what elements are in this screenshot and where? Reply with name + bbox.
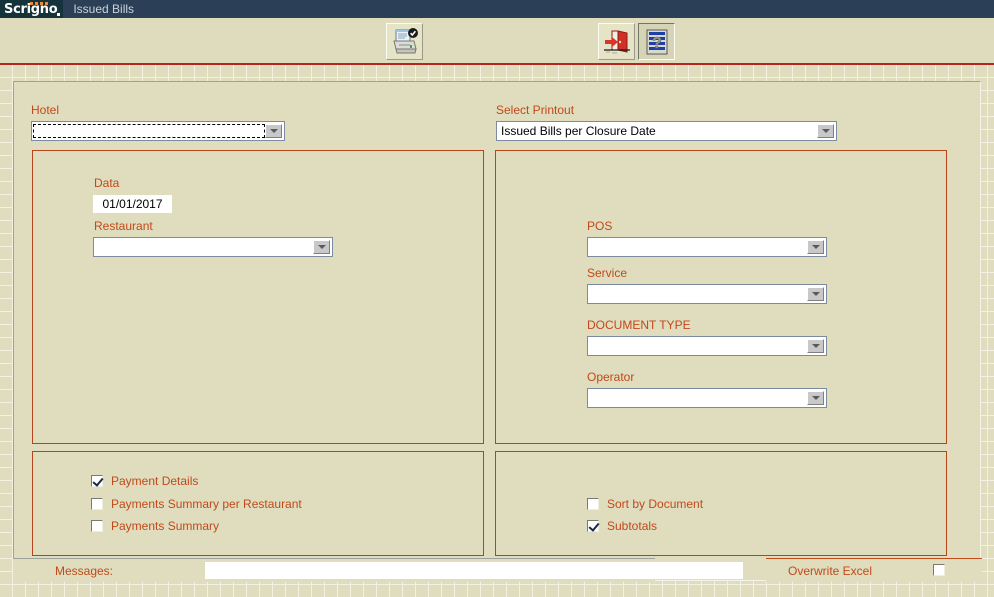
payment-options-panel: Payment Details Payments Summary per Res… (32, 451, 484, 556)
date-label: Data (94, 176, 120, 190)
hotel-label: Hotel (31, 103, 60, 117)
operator-combobox[interactable] (587, 388, 827, 408)
messages-input[interactable] (205, 562, 743, 579)
checkbox-icon[interactable] (587, 498, 599, 510)
pos-label: POS (587, 219, 613, 233)
date-field[interactable]: 01/01/2017 (93, 195, 172, 213)
option-label: Sort by Document (607, 497, 704, 511)
exit-door-icon (603, 28, 631, 56)
option-label: Subtotals (607, 519, 658, 533)
option-payments-summary-per-restaurant[interactable]: Payments Summary per Restaurant (91, 497, 302, 511)
printer-check-icon (391, 27, 419, 56)
application-window: Scrigno Issued Bills ? Hotel Select Prin… (0, 0, 994, 597)
pos-combobox[interactable] (587, 237, 827, 257)
overwrite-excel-checkbox[interactable] (933, 564, 945, 576)
option-label: Payment Details (111, 474, 199, 488)
checkbox-icon[interactable] (587, 520, 599, 532)
toolbar-divider (0, 63, 994, 65)
exit-button[interactable] (598, 23, 635, 60)
restaurant-combobox[interactable] (93, 237, 333, 257)
chevron-down-icon[interactable] (807, 287, 824, 301)
option-sort-by-document[interactable]: Sort by Document (587, 497, 703, 511)
service-label: Service (587, 266, 628, 280)
print-button[interactable] (386, 23, 423, 60)
messages-bar: Messages: (13, 558, 743, 582)
checkbox-icon[interactable] (91, 498, 103, 510)
overwrite-excel-bar: Overwrite Excel (766, 558, 982, 582)
service-combobox[interactable] (587, 284, 827, 304)
chevron-down-icon[interactable] (817, 124, 834, 138)
filters-panel: POS Service DOCUMENT TYPE Operator (495, 150, 947, 444)
document-type-combobox[interactable] (587, 336, 827, 356)
chevron-down-icon[interactable] (807, 240, 824, 254)
document-type-label: DOCUMENT TYPE (587, 318, 691, 332)
chevron-down-icon[interactable] (807, 391, 824, 405)
chevron-down-icon[interactable] (313, 240, 330, 254)
logo-dots-decoration (30, 2, 48, 5)
checkbox-icon[interactable] (91, 475, 103, 487)
help-button[interactable]: ? (638, 23, 675, 60)
help-document-icon: ? (644, 28, 670, 56)
app-logo: Scrigno (0, 0, 64, 18)
chevron-down-icon[interactable] (807, 339, 824, 353)
date-restaurant-panel: Data 01/01/2017 Restaurant (32, 150, 484, 444)
sort-options-panel: Sort by Document Subtotals (495, 451, 947, 556)
select-printout-label: Select Printout (496, 103, 575, 117)
messages-label: Messages: (54, 564, 113, 578)
option-payment-details[interactable]: Payment Details (91, 474, 198, 488)
select-printout-combobox[interactable]: Issued Bills per Closure Date (496, 121, 837, 141)
hotel-combobox-value (33, 124, 265, 138)
option-subtotals[interactable]: Subtotals (587, 519, 657, 533)
toolbar: ? (0, 18, 994, 65)
svg-text:?: ? (652, 35, 662, 52)
option-payments-summary[interactable]: Payments Summary (91, 519, 219, 533)
select-printout-value: Issued Bills per Closure Date (501, 124, 656, 138)
chevron-down-icon[interactable] (265, 124, 282, 138)
operator-label: Operator (587, 370, 635, 384)
option-label: Payments Summary (111, 519, 220, 533)
overwrite-excel-label: Overwrite Excel (788, 564, 873, 578)
logo-square-decoration (57, 13, 61, 16)
main-content-panel: Hotel Select Printout Issued Bills per C… (13, 81, 981, 581)
hotel-combobox[interactable] (31, 121, 285, 141)
restaurant-label: Restaurant (94, 219, 153, 233)
title-bar: Scrigno Issued Bills (0, 0, 994, 18)
checkbox-icon[interactable] (91, 520, 103, 532)
window-title: Issued Bills (73, 2, 135, 16)
option-label: Payments Summary per Restaurant (111, 497, 302, 511)
